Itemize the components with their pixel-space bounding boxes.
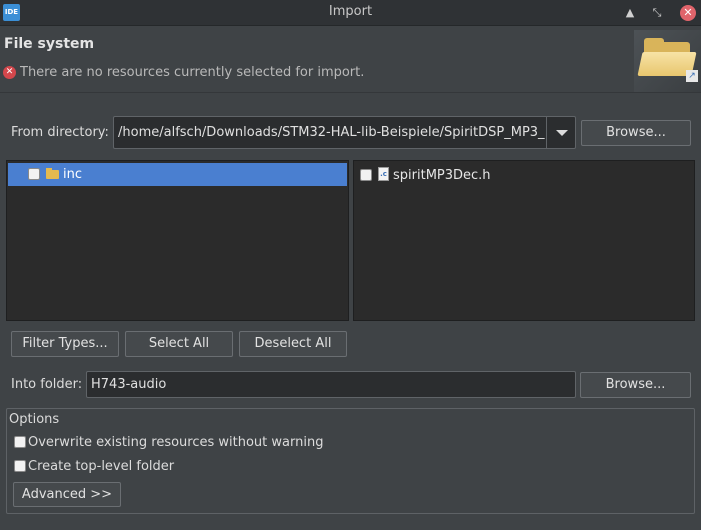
chevron-down-icon[interactable] bbox=[556, 130, 568, 136]
folder-body-shape bbox=[46, 170, 59, 179]
create-top-level-folder-checkbox[interactable] bbox=[14, 460, 26, 472]
options-group: Options Overwrite existing resources wit… bbox=[6, 408, 695, 514]
error-message: There are no resources currently selecte… bbox=[20, 65, 365, 80]
combo-divider bbox=[546, 117, 547, 148]
into-folder-label: Into folder: bbox=[11, 377, 83, 392]
overwrite-checkbox[interactable] bbox=[14, 436, 26, 448]
file-item-checkbox[interactable] bbox=[360, 169, 372, 181]
bottom-area bbox=[0, 522, 701, 530]
options-title: Options bbox=[9, 412, 60, 427]
browse-into-folder-button[interactable]: Browse... bbox=[580, 372, 691, 398]
from-directory-combo[interactable]: /home/alfsch/Downloads/STM32-HAL-lib-Bei… bbox=[113, 116, 576, 149]
page-title: File system bbox=[4, 36, 95, 52]
from-directory-label: From directory: bbox=[11, 125, 109, 140]
c-header-file-icon: .c bbox=[378, 167, 389, 181]
into-folder-input[interactable]: H743-audio bbox=[86, 371, 576, 398]
tree-item-checkbox[interactable] bbox=[28, 168, 40, 180]
tree-item-label: inc bbox=[63, 167, 82, 182]
header-divider bbox=[0, 92, 701, 93]
tree-item-inc[interactable]: inc bbox=[8, 163, 347, 186]
advanced-button[interactable]: Advanced >> bbox=[13, 482, 121, 507]
close-button[interactable]: ✕ bbox=[680, 5, 696, 21]
browse-from-directory-button[interactable]: Browse... bbox=[581, 120, 691, 146]
minimize-button[interactable]: ▲ bbox=[621, 4, 639, 22]
file-item-spiritmp3dec[interactable]: .c spiritMP3Dec.h bbox=[354, 163, 694, 186]
file-item-label: spiritMP3Dec.h bbox=[393, 168, 491, 183]
filter-types-button[interactable]: Filter Types... bbox=[11, 331, 119, 357]
folder-tree[interactable]: inc bbox=[6, 160, 349, 321]
create-top-level-folder-label[interactable]: Create top-level folder bbox=[28, 459, 174, 474]
window-title: Import bbox=[328, 4, 373, 19]
import-arrow-icon: ↗ bbox=[686, 70, 698, 82]
error-icon: ✕ bbox=[3, 66, 16, 79]
folder-import-icon: ↗ bbox=[634, 30, 701, 92]
maximize-button[interactable]: ⤡ bbox=[648, 4, 666, 22]
select-all-button[interactable]: Select All bbox=[125, 331, 233, 357]
title-bar[interactable]: IDE Import ▲ ⤡ ✕ bbox=[0, 0, 701, 26]
overwrite-label[interactable]: Overwrite existing resources without war… bbox=[28, 435, 323, 450]
from-directory-value[interactable]: /home/alfsch/Downloads/STM32-HAL-lib-Bei… bbox=[118, 125, 546, 140]
deselect-all-button[interactable]: Deselect All bbox=[239, 331, 347, 357]
file-list[interactable]: .c spiritMP3Dec.h bbox=[353, 160, 695, 321]
import-dialog: IDE Import ▲ ⤡ ✕ File system ✕ There are… bbox=[0, 0, 701, 530]
open-folder-icon bbox=[46, 168, 60, 180]
